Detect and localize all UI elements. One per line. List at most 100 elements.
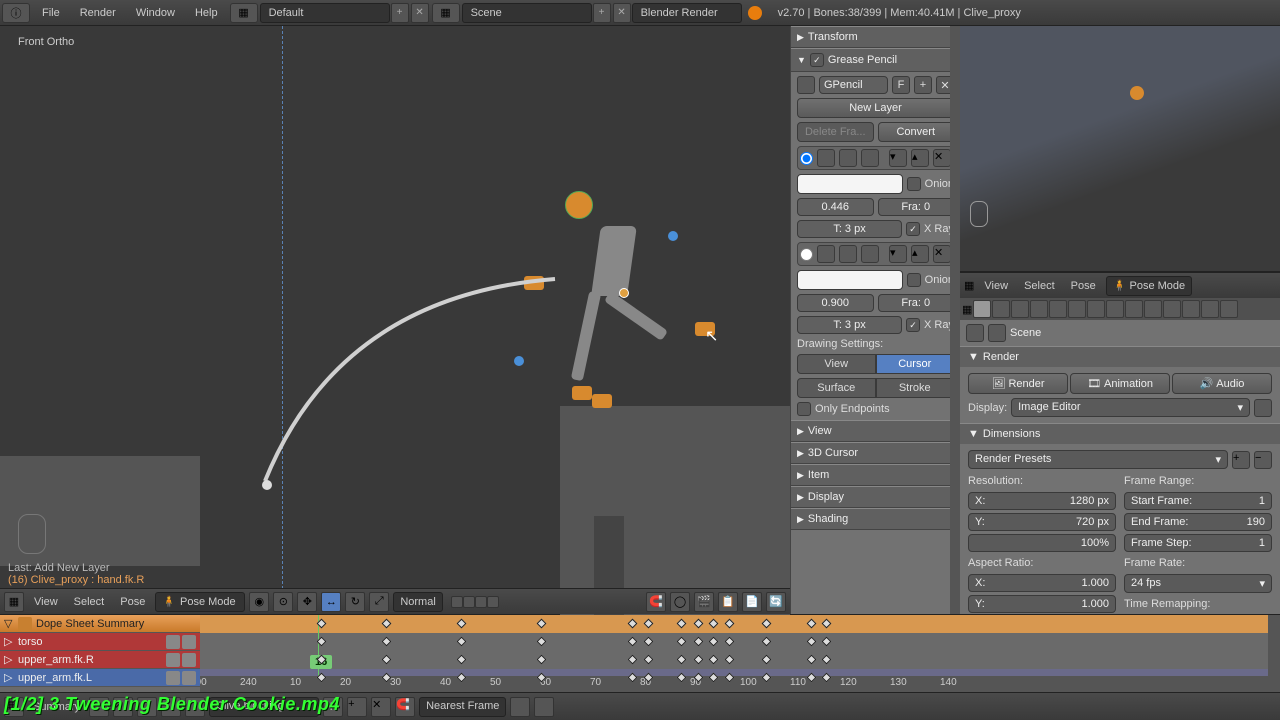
preset-remove-button[interactable]: − bbox=[1254, 451, 1272, 469]
mode-dropdown[interactable]: 🧍Pose Mode bbox=[155, 592, 245, 612]
tab-scene[interactable] bbox=[1011, 300, 1029, 318]
copy-keys-icon[interactable] bbox=[510, 697, 530, 717]
copy-pose-icon[interactable]: 📋 bbox=[718, 592, 738, 612]
vp2-mode-dropdown[interactable]: 🧍 Pose Mode bbox=[1106, 276, 1192, 296]
display-dropdown[interactable]: Image Editor▾ bbox=[1011, 398, 1250, 417]
dopesheet-scrollbar[interactable] bbox=[1268, 615, 1280, 692]
audio-button[interactable]: 🔊Audio bbox=[1172, 373, 1272, 394]
manipulator-translate[interactable]: ↔ bbox=[321, 592, 341, 612]
tab-physics[interactable] bbox=[1220, 300, 1238, 318]
snap-toggle-icon[interactable]: 🧲 bbox=[646, 592, 666, 612]
lock-icon[interactable] bbox=[182, 671, 196, 685]
gp-frames-0[interactable]: Fra: 0 bbox=[878, 198, 955, 216]
gp-layer-icon[interactable] bbox=[861, 149, 879, 167]
manipulator-toggle[interactable]: ✥ bbox=[297, 592, 317, 612]
editor-type-3dview-icon[interactable]: ▦ bbox=[964, 279, 974, 292]
aspect-x-field[interactable]: X:1.000 bbox=[968, 574, 1116, 592]
manipulator-handle[interactable] bbox=[514, 356, 524, 366]
dimensions-section-header[interactable]: ▼Dimensions bbox=[960, 424, 1280, 444]
gp-layer-down-button[interactable]: ▾ bbox=[889, 149, 907, 167]
res-y-field[interactable]: Y:720 px bbox=[968, 513, 1116, 531]
res-pct-field[interactable]: 100% bbox=[968, 534, 1116, 552]
layout-add-button[interactable]: + bbox=[391, 3, 409, 23]
info-editor-icon[interactable]: ⓘ bbox=[2, 3, 30, 23]
tab-bone[interactable] bbox=[1125, 300, 1143, 318]
gp-layer-delete-button[interactable]: ✕ bbox=[933, 245, 951, 263]
scene-remove-button[interactable]: ✕ bbox=[613, 3, 631, 23]
gp-layer-hide-icon[interactable] bbox=[817, 149, 835, 167]
scene-browse-icon[interactable]: ▦ bbox=[432, 3, 460, 23]
layer-button[interactable] bbox=[475, 596, 487, 608]
draw-stroke-toggle[interactable]: Stroke bbox=[876, 378, 955, 398]
gp-layer-color-0[interactable] bbox=[797, 174, 903, 194]
gp-fake-user-button[interactable]: F bbox=[892, 76, 910, 94]
mute-icon[interactable] bbox=[166, 635, 180, 649]
dopesheet-summary-row[interactable]: ▽Dope Sheet Summary bbox=[0, 615, 200, 633]
lock-interface-icon[interactable] bbox=[1254, 399, 1272, 417]
vp-menu-view[interactable]: View bbox=[28, 596, 64, 608]
vp2-menu-view[interactable]: View bbox=[978, 280, 1014, 292]
gp-frames-1[interactable]: Fra: 0 bbox=[878, 294, 955, 312]
animation-button[interactable]: 🎞Animation bbox=[1070, 373, 1170, 394]
shading-panel-header[interactable]: ▶Shading bbox=[791, 508, 960, 530]
paste-keys-icon[interactable] bbox=[534, 697, 554, 717]
fps-dropdown[interactable]: 24 fps▾ bbox=[1124, 574, 1272, 593]
3d-cursor-panel-header[interactable]: ▶3D Cursor bbox=[791, 442, 960, 464]
manipulator-center[interactable] bbox=[619, 288, 629, 298]
manipulator-rotate[interactable]: ↻ bbox=[345, 592, 365, 612]
gp-layer-lock-icon[interactable] bbox=[839, 149, 857, 167]
new-layer-button[interactable]: New Layer bbox=[797, 98, 954, 118]
tab-modifiers[interactable] bbox=[1087, 300, 1105, 318]
tab-world[interactable] bbox=[1030, 300, 1048, 318]
vp2-menu-select[interactable]: Select bbox=[1018, 280, 1061, 292]
scene-add-button[interactable]: + bbox=[593, 3, 611, 23]
editor-type-3dview-icon[interactable]: ▦ bbox=[4, 592, 24, 612]
mute-icon[interactable] bbox=[166, 653, 180, 667]
proportional-edit-icon[interactable]: ◯ bbox=[670, 592, 690, 612]
manipulator-scale[interactable]: ⤢ bbox=[369, 592, 389, 612]
gp-layer-lock-icon[interactable] bbox=[839, 245, 857, 263]
gp-layer-select-1[interactable] bbox=[800, 248, 813, 261]
npanel-scrollbar[interactable] bbox=[950, 26, 960, 614]
render-preview-icon[interactable]: 🎬 bbox=[694, 592, 714, 612]
snap-mode-dropdown[interactable]: Nearest Frame bbox=[419, 697, 506, 717]
draw-view-toggle[interactable]: View bbox=[797, 354, 876, 374]
end-frame-field[interactable]: End Frame:190 bbox=[1124, 513, 1272, 531]
layer-button[interactable] bbox=[451, 596, 463, 608]
editor-type-properties-icon[interactable]: ▦ bbox=[962, 303, 972, 316]
gp-layer-up-button[interactable]: ▴ bbox=[911, 149, 929, 167]
res-x-field[interactable]: X:1280 px bbox=[968, 492, 1116, 510]
preset-add-button[interactable]: + bbox=[1232, 451, 1250, 469]
render-presets-dropdown[interactable]: Render Presets▾ bbox=[968, 450, 1228, 469]
aspect-y-field[interactable]: Y:1.000 bbox=[968, 595, 1116, 613]
vp-menu-select[interactable]: Select bbox=[68, 596, 111, 608]
pivot-icon[interactable]: ⊙ bbox=[273, 592, 293, 612]
paste-flipped-icon[interactable]: 🔄 bbox=[766, 592, 786, 612]
dopesheet-channel-row[interactable]: ▷upper_arm.fk.R bbox=[0, 651, 200, 669]
gp-thickness-0[interactable]: T: 3 px bbox=[797, 220, 902, 238]
display-panel-header[interactable]: ▶Display bbox=[791, 486, 960, 508]
menu-help[interactable]: Help bbox=[185, 7, 228, 19]
tab-data[interactable] bbox=[1106, 300, 1124, 318]
gp-layer-down-button[interactable]: ▾ bbox=[889, 245, 907, 263]
gp-layer-delete-button[interactable]: ✕ bbox=[933, 149, 951, 167]
menu-window[interactable]: Window bbox=[126, 7, 185, 19]
gp-thickness-1[interactable]: T: 3 px bbox=[797, 316, 902, 334]
lock-icon[interactable] bbox=[182, 653, 196, 667]
view-panel-header[interactable]: ▶View bbox=[791, 420, 960, 442]
n-panel[interactable]: ▶Transform ▼Grease Pencil GPencil F + ✕ … bbox=[790, 26, 960, 614]
orientation-dropdown[interactable]: Normal bbox=[393, 592, 442, 612]
dopesheet-channel-row[interactable]: ▷upper_arm.fk.L bbox=[0, 669, 200, 687]
gp-opacity-1[interactable]: 0.900 bbox=[797, 294, 874, 312]
vp2-menu-pose[interactable]: Pose bbox=[1065, 280, 1102, 292]
secondary-3d-viewport[interactable] bbox=[960, 26, 1280, 272]
dopesheet-channel-row[interactable]: ▷torso bbox=[0, 633, 200, 651]
draw-surface-toggle[interactable]: Surface bbox=[797, 378, 876, 398]
properties-editor[interactable]: ▦ Scene ▼Ren bbox=[960, 298, 1280, 614]
3d-viewport[interactable]: Front Ortho ↖ Last: Add New Layer (16) C… bbox=[0, 26, 790, 614]
gp-layer-icon[interactable] bbox=[861, 245, 879, 263]
layer-button[interactable] bbox=[487, 596, 499, 608]
gp-layer-up-button[interactable]: ▴ bbox=[911, 245, 929, 263]
tab-object[interactable] bbox=[1049, 300, 1067, 318]
action-unlink-button[interactable]: ✕ bbox=[371, 697, 391, 717]
